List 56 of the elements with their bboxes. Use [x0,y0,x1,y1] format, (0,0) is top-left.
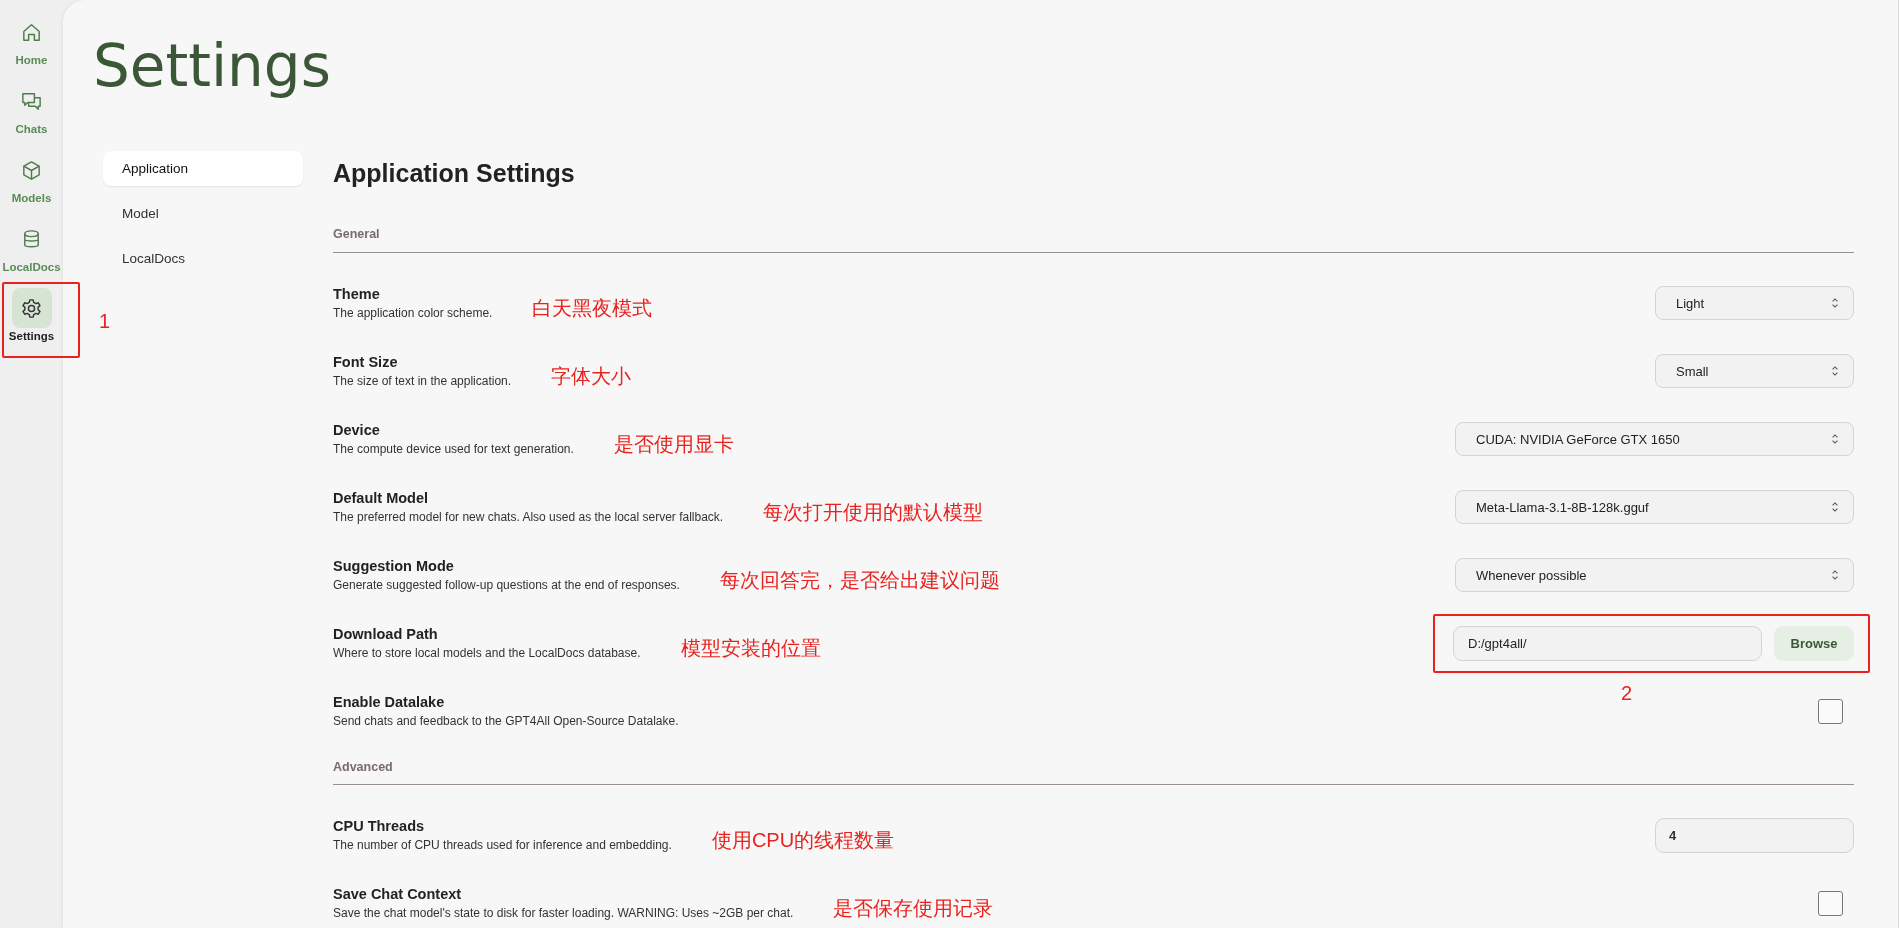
number-field[interactable]: 4 [1655,817,1854,853]
setting-description: Save the chat model's state to disk for faster loading. WARNING: Uses ~2GB per chat. [333,906,794,920]
setting-description: The size of text in the application. [333,374,512,388]
setting-title: CPU Threads [333,818,426,834]
setting-title: Save Chat Context [333,886,463,902]
setting-title: Font Size [333,354,399,370]
group-label: Advanced [333,745,1854,785]
callout-number: 1 [99,310,111,332]
up-down-chevron-icon [1831,432,1839,446]
setting-title: Theme [333,286,381,302]
dropdown[interactable]: Meta-Llama-3.1-8B-128k.gguf [1455,490,1854,524]
annotation-text: 字体大小 [551,366,632,386]
setting-title: Default Model [333,490,430,506]
setting-title: Device [333,422,381,438]
checkbox[interactable] [1818,890,1843,916]
cube-icon [20,158,43,182]
setting-description: Generate suggested follow-up questions at the end of responses. [333,578,680,592]
settings-icon [20,296,43,320]
setting-title: Enable Datalake [333,694,446,710]
settings-tab[interactable]: LocalDocs [103,241,303,276]
annotation-text: 是否使用显卡 [613,434,734,454]
setting-description: The compute device used for text generation. [333,442,574,456]
path-field[interactable]: D:/gpt4all/ [1453,625,1762,661]
annotation-text: 每次回答完，是否给出建议问题 [719,570,1000,590]
dropdown[interactable]: Light [1655,286,1854,320]
up-down-chevron-icon [1831,568,1839,582]
annotation-text: 每次打开使用的默认模型 [763,502,984,522]
setting-description: The number of CPU threads used for inference and embedding. [333,838,672,852]
section-heading: Application Settings [333,158,576,189]
up-down-chevron-icon [1831,500,1839,514]
page-title: Settings [93,31,332,102]
callout-number: 2 [1621,681,1633,704]
sidebar-item[interactable]: Chats [1,81,62,144]
up-down-chevron-icon [1831,364,1839,378]
annotation-text: 使用CPU的线程数量 [711,830,895,850]
checkbox[interactable] [1818,698,1843,724]
setting-description: Send chats and feedback to the GPT4All Open-Source Datalake. [333,714,679,728]
annotation-text: 是否保存使用记录 [833,898,994,918]
up-down-chevron-icon [1831,296,1839,310]
dropdown[interactable]: Small [1655,354,1854,388]
sidebar-item[interactable]: Models [1,150,62,213]
browse-button[interactable]: Browse [1774,625,1854,661]
sidebar-item[interactable]: Settings [1,288,62,351]
setting-description: The application color scheme. [333,306,493,320]
group-label: General [333,190,1854,253]
setting-title: Download Path [333,626,439,642]
setting-title: Suggestion Mode [333,558,455,574]
annotation-text: 白天黑夜模式 [532,298,653,318]
settings-tab[interactable]: Application [103,151,303,186]
dropdown[interactable]: Whenever possible [1455,558,1854,592]
settings-tab[interactable]: Model [103,196,303,231]
sidebar-item[interactable]: LocalDocs [1,219,62,282]
setting-description: The preferred model for new chats. Also used as the local server fallback. [333,510,724,524]
setting-description: Where to store local models and the LocalDocs database. [333,646,641,660]
dropdown[interactable]: CUDA: NVIDIA GeForce GTX 1650 [1455,422,1854,456]
annotation-text: 模型安装的位置 [680,638,821,658]
